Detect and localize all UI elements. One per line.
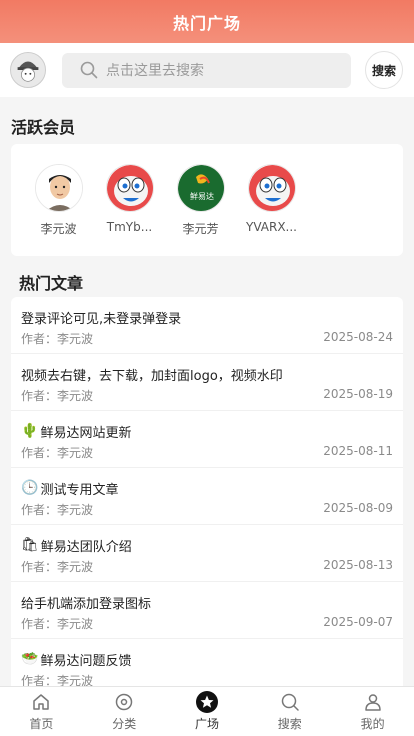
tab-search[interactable]: 搜索 <box>248 687 331 736</box>
articles-section-header: 热门文章 <box>0 256 414 297</box>
article-date: 2025-08-13 <box>323 558 393 572</box>
bottom-tab-bar: 首页 分类 广场 搜索 我的 <box>0 686 414 736</box>
list-item[interactable]: 🛍 鲜易达团队介绍 作者：李元波 2025-08-13 <box>11 525 403 582</box>
member-item[interactable]: TmYb... <box>94 164 165 256</box>
tab-category[interactable]: 分类 <box>83 687 166 736</box>
list-item[interactable]: 视频去右键，去下载，加封面logo，视频水印 作者：李元波 2025-08-19 <box>11 354 403 411</box>
page-title: 热门广场 <box>172 13 241 33</box>
member-name: YVARX... <box>246 220 297 234</box>
article-date: 2025-08-24 <box>323 330 393 344</box>
clock-icon: 🕒 <box>21 480 39 496</box>
tab-square[interactable]: 广场 <box>166 687 249 736</box>
articles-list: 登录评论可见,未登录弹登录 作者：李元波 2025-08-24 视频去右键，去下载… <box>11 297 403 697</box>
article-author: 作者：李元波 <box>21 503 94 517</box>
member-name: 李元芳 <box>182 222 219 236</box>
avatar-icon <box>11 53 45 87</box>
search-button[interactable]: 搜索 <box>365 51 403 89</box>
article-author: 作者：李元波 <box>21 332 94 346</box>
cactus-icon: 🌵 <box>21 423 39 439</box>
home-icon <box>30 691 52 713</box>
tab-label: 搜索 <box>277 717 302 731</box>
member-name: TmYb... <box>106 220 153 234</box>
category-icon <box>113 691 135 713</box>
list-item[interactable]: 🕒 测试专用文章 作者：李元波 2025-08-09 <box>11 468 403 525</box>
tab-label: 首页 <box>29 717 54 731</box>
member-item[interactable]: 鲜易达 李元芳 <box>165 164 236 256</box>
article-author: 作者：李元波 <box>21 617 94 631</box>
user-icon <box>362 691 384 713</box>
star-icon <box>195 691 218 713</box>
article-title: 给手机端添加登录图标 <box>21 596 152 612</box>
member-name: 李元波 <box>40 222 77 236</box>
member-avatar: 鲜易达 <box>176 164 225 212</box>
article-title: 登录评论可见,未登录弹登录 <box>21 311 182 327</box>
logo-text: 鲜易达 <box>190 191 214 201</box>
tab-label: 分类 <box>112 717 137 731</box>
article-author: 作者：李元波 <box>21 446 94 460</box>
tab-mine[interactable]: 我的 <box>331 687 414 736</box>
search-input[interactable]: 点击这里去搜索 <box>62 52 351 88</box>
members-card: 李元波 TmYb... 鲜易达 李元芳 YVARX... <box>11 144 403 256</box>
article-title: 测试专用文章 <box>40 482 119 498</box>
tab-home[interactable]: 首页 <box>0 687 83 736</box>
member-avatar <box>105 164 154 212</box>
article-date: 2025-08-09 <box>323 501 393 515</box>
list-item[interactable]: 登录评论可见,未登录弹登录 作者：李元波 2025-08-24 <box>11 297 403 354</box>
list-item[interactable]: 🌵 鲜易达网站更新 作者：李元波 2025-08-11 <box>11 411 403 468</box>
article-title: 鲜易达网站更新 <box>40 425 132 441</box>
top-header: 热门广场 <box>0 0 414 43</box>
article-date: 2025-09-07 <box>323 615 393 629</box>
search-row: 点击这里去搜索 搜索 <box>0 43 414 97</box>
search-icon <box>80 61 98 79</box>
search-placeholder: 点击这里去搜索 <box>106 63 204 79</box>
members-section-header: 活跃会员 <box>0 97 414 144</box>
robot-face-icon <box>248 165 295 211</box>
green-logo-icon: 鲜易达 <box>177 165 224 211</box>
article-title: 鲜易达问题反馈 <box>40 653 132 669</box>
members-title: 活跃会员 <box>11 118 76 137</box>
tab-label: 广场 <box>194 717 219 731</box>
article-date: 2025-08-19 <box>323 387 393 401</box>
member-avatar <box>34 164 83 212</box>
article-author: 作者：李元波 <box>21 560 94 574</box>
article-date: 2025-08-11 <box>323 444 393 458</box>
article-author: 作者：李元波 <box>21 389 94 403</box>
member-item[interactable]: 李元波 <box>23 164 94 256</box>
article-title: 鲜易达团队介绍 <box>40 539 132 555</box>
cartoon-man-icon <box>35 165 82 211</box>
articles-title: 热门文章 <box>19 274 84 293</box>
robot-face-icon <box>106 165 153 211</box>
search-icon <box>279 691 301 713</box>
member-avatar <box>247 164 296 212</box>
tab-label: 我的 <box>360 717 385 731</box>
article-title: 视频去右键，去下载，加封面logo，视频水印 <box>21 368 283 384</box>
list-item[interactable]: 给手机端添加登录图标 作者：李元波 2025-09-07 <box>11 582 403 639</box>
shopping-bag-icon: 🛍 <box>21 537 39 553</box>
user-avatar[interactable] <box>10 52 46 88</box>
member-item[interactable]: YVARX... <box>236 164 307 256</box>
salad-icon: 🥗 <box>21 651 39 667</box>
